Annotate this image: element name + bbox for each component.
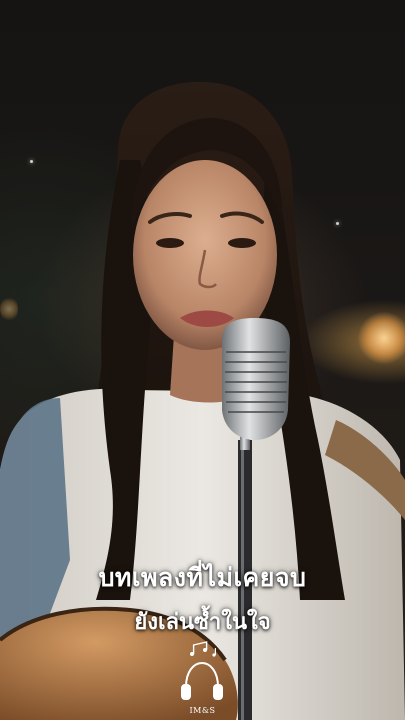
headphones-music-icon — [181, 641, 223, 700]
eye-left — [156, 238, 184, 248]
lyric-line-1: บทเพลงที่ไม่เคยจบ — [98, 563, 307, 592]
eye-right — [228, 238, 256, 248]
microphone — [222, 318, 290, 440]
logo-text: IM&S — [189, 706, 216, 715]
music-note-icon — [190, 641, 216, 657]
mic-grille — [225, 351, 287, 413]
video-frame: บทเพลงที่ไม่เคยจบ ยังเล่นซ้ำในใจ IM&S — [0, 0, 405, 720]
lyric-line-2: ยังเล่นซ้ำในใจ — [134, 610, 271, 635]
